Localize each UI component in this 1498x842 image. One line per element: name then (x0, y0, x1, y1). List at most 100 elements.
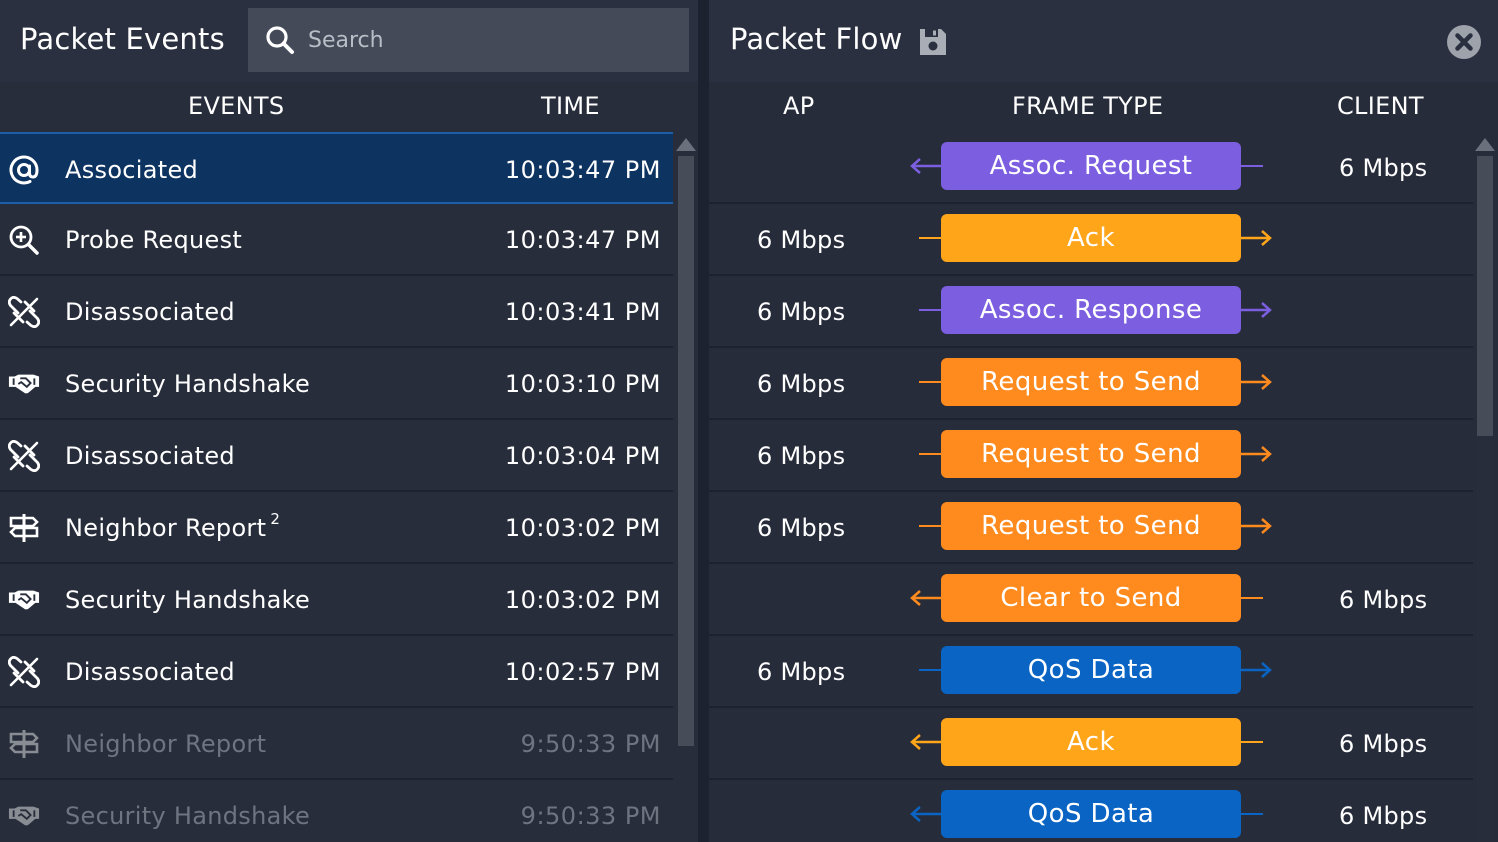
packet-flow-title: Packet Flow (730, 22, 903, 56)
ap-rate: 6 Mbps (757, 370, 846, 398)
signpost-icon (8, 512, 40, 544)
event-row[interactable]: Disassociated 10:02:57 PM (0, 636, 673, 708)
packet-flow-panel: Packet Flow AP FRAME TYPE CLIENT Assoc. … (709, 0, 1498, 842)
frame-type-label: Request to Send (981, 439, 1201, 469)
client-column-header[interactable]: CLIENT (1337, 92, 1424, 120)
arrow-right-icon (1239, 302, 1272, 318)
panel-divider[interactable] (698, 0, 709, 842)
flow-scrollbar[interactable] (1475, 138, 1495, 842)
arrow-right-icon (1239, 446, 1272, 462)
event-row[interactable]: Security Handshake 9:50:33 PM (0, 780, 673, 842)
event-time: 10:03:47 PM (504, 226, 661, 254)
arrow-left-icon (910, 734, 943, 750)
ap-column-header[interactable]: AP (783, 92, 815, 120)
signpost-icon (8, 728, 40, 760)
zoom-in-icon (8, 224, 40, 256)
event-time: 10:03:10 PM (504, 370, 661, 398)
event-row[interactable]: Disassociated 10:03:04 PM (0, 420, 673, 492)
event-row[interactable]: Security Handshake 10:03:02 PM (0, 564, 673, 636)
event-row[interactable]: Neighbor Report 2 10:03:02 PM (0, 492, 673, 564)
flow-row[interactable]: Assoc. Request 6 Mbps (709, 132, 1473, 204)
search-box[interactable] (248, 8, 689, 72)
event-row[interactable]: Disassociated 10:03:41 PM (0, 276, 673, 348)
flow-row[interactable]: 6 Mbps Request to Send (709, 420, 1473, 492)
event-row[interactable]: Security Handshake 10:03:10 PM (0, 348, 673, 420)
frame-type-pill[interactable]: Clear to Send (941, 574, 1241, 622)
event-time: 10:03:47 PM (504, 156, 661, 184)
frame-type-pill[interactable]: Ack (941, 718, 1241, 766)
event-count-badge: 2 (270, 510, 281, 528)
frame-type-label: Request to Send (981, 367, 1201, 397)
close-icon[interactable] (1446, 24, 1482, 60)
flow-row[interactable]: Clear to Send 6 Mbps (709, 564, 1473, 636)
event-label: Disassociated (65, 442, 235, 470)
handshake-icon (8, 584, 40, 616)
frame-type-pill[interactable]: Assoc. Response (941, 286, 1241, 334)
flow-line-left (919, 525, 943, 527)
frame-type-pill[interactable]: Assoc. Request (941, 142, 1241, 190)
flow-line-right (1239, 741, 1263, 743)
frame-type-label: Assoc. Response (979, 295, 1203, 325)
save-icon[interactable] (917, 26, 949, 58)
event-row[interactable]: Probe Request 10:03:47 PM (0, 204, 673, 276)
event-label: Security Handshake (65, 370, 311, 398)
frame-type-pill[interactable]: Ack (941, 214, 1241, 262)
event-label: Security Handshake (65, 802, 311, 830)
event-row[interactable]: Neighbor Report 9:50:33 PM (0, 708, 673, 780)
flow-row[interactable]: 6 Mbps Assoc. Response (709, 276, 1473, 348)
event-time: 10:03:02 PM (504, 514, 661, 542)
frame-type-pill[interactable]: Request to Send (941, 502, 1241, 550)
event-label-wrap: Neighbor Report 2 (65, 510, 280, 542)
ap-rate: 6 Mbps (757, 658, 846, 686)
frame-type-pill[interactable]: QoS Data (941, 646, 1241, 694)
search-input[interactable] (308, 8, 678, 72)
arrow-right-icon (1239, 230, 1272, 246)
packet-events-panel: Packet Events EVENTS TIME Associated 10:0… (0, 0, 698, 842)
ap-rate: 6 Mbps (757, 442, 846, 470)
flow-row[interactable]: 6 Mbps Request to Send (709, 492, 1473, 564)
flow-row[interactable]: Ack 6 Mbps (709, 708, 1473, 780)
flow-line-left (919, 669, 943, 671)
time-column-header[interactable]: TIME (541, 92, 600, 120)
flow-line-right (1239, 165, 1263, 167)
search-icon (266, 26, 294, 54)
ap-rate: 6 Mbps (757, 514, 846, 542)
frame-type-pill[interactable]: QoS Data (941, 790, 1241, 838)
event-time: 10:02:57 PM (504, 658, 661, 686)
frame-type-label: Ack (1067, 727, 1115, 757)
event-label: Probe Request (65, 226, 243, 254)
scroll-up-arrow-icon[interactable] (676, 138, 696, 151)
frame-type-label: Request to Send (981, 511, 1201, 541)
event-label: Disassociated (65, 658, 235, 686)
packet-events-header: Packet Events (0, 0, 698, 82)
frame-type-column-header[interactable]: FRAME TYPE (1012, 92, 1163, 120)
arrow-left-icon (910, 806, 943, 822)
flow-line-right (1239, 597, 1263, 599)
flow-row[interactable]: 6 Mbps Request to Send (709, 348, 1473, 420)
packet-flow-list: Assoc. Request 6 Mbps 6 Mbps Ack 6 Mbps Assoc… (709, 132, 1473, 842)
event-time: 10:03:41 PM (504, 298, 661, 326)
scrollbar-thumb[interactable] (1477, 156, 1493, 436)
flow-line-left (919, 237, 943, 239)
events-column-header[interactable]: EVENTS (188, 92, 284, 120)
client-rate: 6 Mbps (1339, 802, 1428, 830)
arrow-right-icon (1239, 662, 1272, 678)
client-rate: 6 Mbps (1339, 154, 1428, 182)
flow-row[interactable]: QoS Data 6 Mbps (709, 780, 1473, 842)
frame-type-pill[interactable]: Request to Send (941, 358, 1241, 406)
scroll-up-arrow-icon[interactable] (1475, 138, 1495, 151)
frame-type-label: QoS Data (1027, 799, 1155, 829)
flow-row[interactable]: 6 Mbps Ack (709, 204, 1473, 276)
events-scrollbar[interactable] (676, 138, 696, 842)
scrollbar-thumb[interactable] (678, 156, 694, 746)
frame-type-label: QoS Data (1027, 655, 1155, 685)
frame-type-label: Assoc. Request (989, 151, 1193, 181)
client-rate: 6 Mbps (1339, 730, 1428, 758)
event-row[interactable]: Associated 10:03:47 PM (0, 132, 673, 204)
broken-link-icon (7, 655, 41, 689)
flow-row[interactable]: 6 Mbps QoS Data (709, 636, 1473, 708)
frame-type-pill[interactable]: Request to Send (941, 430, 1241, 478)
client-rate: 6 Mbps (1339, 586, 1428, 614)
flow-line-left (919, 453, 943, 455)
broken-link-icon (7, 295, 41, 329)
